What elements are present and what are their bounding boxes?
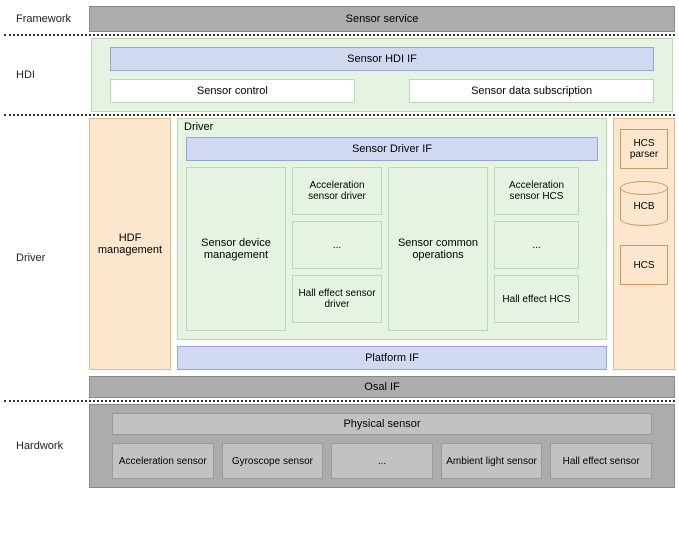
driver-section: Driver HDF management Driver Sensor Driv… <box>4 118 675 398</box>
hardwork-container: Physical sensor Acceleration sensor Gyro… <box>89 404 675 488</box>
hcs-side-container: HCS parser HCB HCS <box>613 118 675 370</box>
sensor-common-operations-box: Sensor common operations <box>388 167 488 331</box>
sensor-data-subscription-box: Sensor data subscription <box>409 79 654 103</box>
hdi-label: HDI <box>4 38 89 112</box>
hall-effect-sensor-driver-box: Hall effect sensor driver <box>292 275 382 323</box>
ellipsis-box: ... <box>494 221 579 269</box>
hcs-box: HCS <box>620 245 668 285</box>
ellipsis-box: ... <box>331 443 433 479</box>
platform-if-box: Platform IF <box>177 346 607 370</box>
sensor-hdi-if-box: Sensor HDI IF <box>110 47 654 71</box>
separator <box>4 34 675 36</box>
gyroscope-sensor-box: Gyroscope sensor <box>222 443 324 479</box>
framework-label: Framework <box>4 6 89 32</box>
ambient-light-sensor-box: Ambient light sensor <box>441 443 543 479</box>
acceleration-sensor-driver-box: Acceleration sensor driver <box>292 167 382 215</box>
osal-if-box: Osal IF <box>89 376 675 398</box>
hall-effect-hcs-box: Hall effect HCS <box>494 275 579 323</box>
hcb-label: HCB <box>620 188 668 226</box>
physical-sensor-box: Physical sensor <box>112 413 652 435</box>
hardwork-label: Hardwork <box>4 404 89 488</box>
sensor-device-management-box: Sensor device management <box>186 167 286 331</box>
separator <box>4 400 675 402</box>
acceleration-sensor-box: Acceleration sensor <box>112 443 214 479</box>
sensor-control-box: Sensor control <box>110 79 355 103</box>
hdi-container: Sensor HDI IF Sensor control Sensor data… <box>91 38 673 112</box>
acceleration-sensor-hcs-box: Acceleration sensor HCS <box>494 167 579 215</box>
diagram-root: Framework Sensor service HDI Sensor HDI … <box>0 0 679 494</box>
driver-inner-title: Driver <box>184 121 213 133</box>
hdi-section: HDI Sensor HDI IF Sensor control Sensor … <box>4 38 675 112</box>
hcb-cylinder-icon: HCB <box>620 181 668 233</box>
sensor-service-box: Sensor service <box>89 6 675 32</box>
driver-green-container: Driver Sensor Driver IF Sensor device ma… <box>177 118 607 340</box>
hall-effect-sensor-box: Hall effect sensor <box>550 443 652 479</box>
hardwork-section: Hardwork Physical sensor Acceleration se… <box>4 404 675 488</box>
hdf-management-box: HDF management <box>89 118 171 370</box>
sensor-driver-if-box: Sensor Driver IF <box>186 137 598 161</box>
separator <box>4 114 675 116</box>
ellipsis-box: ... <box>292 221 382 269</box>
hcs-parser-box: HCS parser <box>620 129 668 169</box>
framework-section: Framework Sensor service <box>4 6 675 32</box>
driver-label: Driver <box>4 118 89 398</box>
